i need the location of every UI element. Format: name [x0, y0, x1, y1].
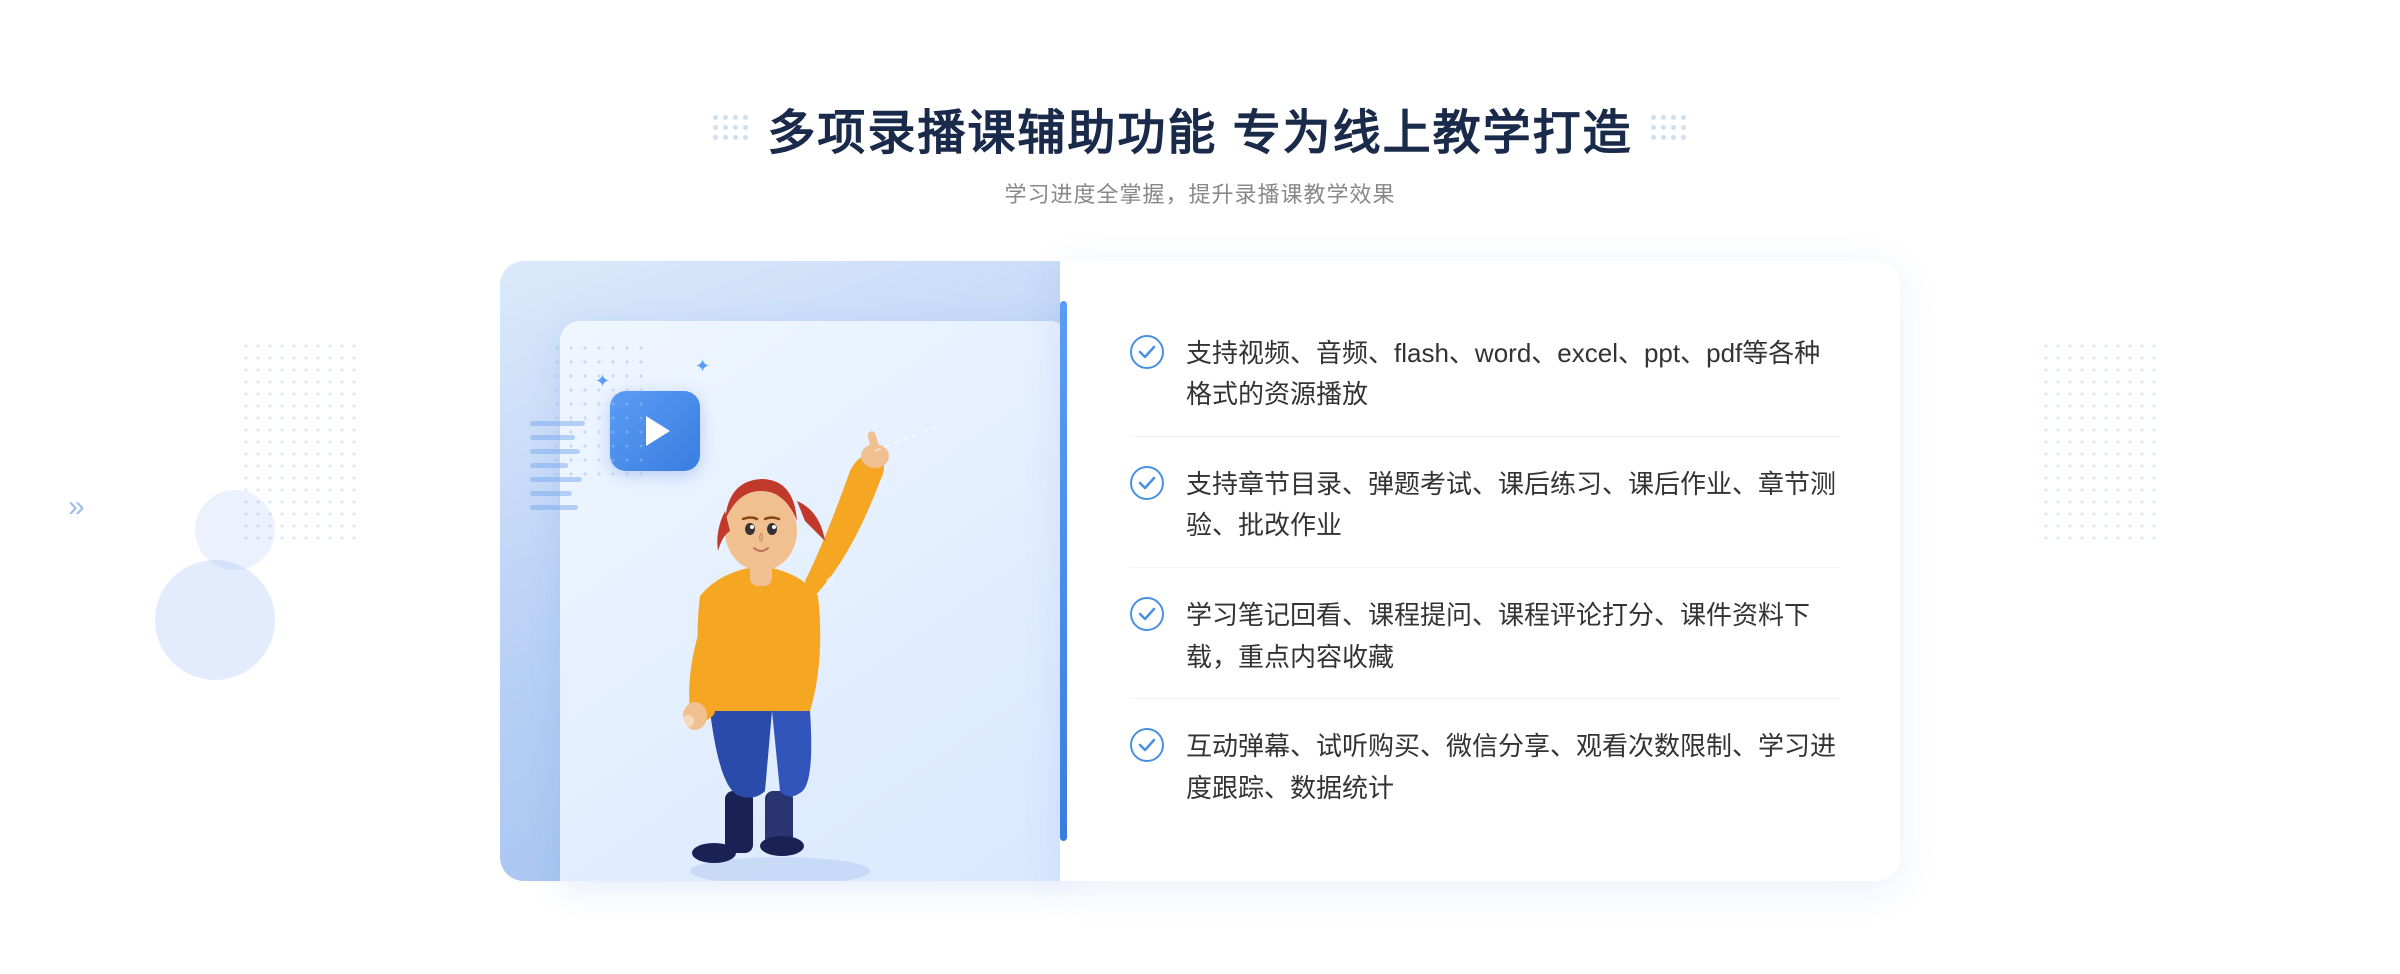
page-wrapper: » 多项录播课辅助功能 专为线上教学打造 学习进度全掌握，提升录播课教学效果	[0, 0, 2400, 974]
subtitle-text: 学习进度全掌握，提升录播课教学效果	[713, 177, 1686, 209]
feature-item-1: 支持视频、音频、flash、word、excel、ppt、pdf等各种格式的资源…	[1130, 313, 1840, 437]
feature-item-3: 学习笔记回看、课程提问、课程评论打分、课件资料下载，重点内容收藏	[1130, 575, 1840, 699]
chevrons-icon: »	[68, 490, 85, 524]
check-icon-3	[1130, 597, 1164, 631]
illustration-panel: ✦ ✦	[500, 261, 1060, 881]
main-title: 多项录播课辅助功能 专为线上教学打造	[713, 93, 1686, 163]
check-icon-4	[1130, 728, 1164, 762]
blue-accent-bar	[1060, 301, 1067, 841]
feature-item-4: 互动弹幕、试听购买、微信分享、观看次数限制、学习进度跟踪、数据统计	[1130, 706, 1840, 829]
title-deco-right	[1651, 115, 1687, 141]
feature-text-1: 支持视频、音频、flash、word、excel、ppt、pdf等各种格式的资源…	[1186, 333, 1840, 416]
features-card: 支持视频、音频、flash、word、excel、ppt、pdf等各种格式的资源…	[1060, 261, 1900, 881]
feature-text-3: 学习笔记回看、课程提问、课程评论打分、课件资料下载，重点内容收藏	[1186, 595, 1840, 678]
person-illustration	[610, 401, 950, 881]
illus-stripes-pattern	[530, 421, 590, 541]
check-icon-2	[1130, 466, 1164, 500]
feature-text-2: 支持章节目录、弹题考试、课后练习、课后作业、章节测验、批改作业	[1186, 464, 1840, 547]
sparkle-icon-2: ✦	[695, 356, 710, 377]
main-title-text: 多项录播课辅助功能 专为线上教学打造	[767, 93, 1632, 163]
deco-circle-1	[155, 560, 275, 680]
dots-decoration-right	[2040, 340, 2160, 540]
header-section: 多项录播课辅助功能 专为线上教学打造 学习进度全掌握，提升录播课教学效果	[713, 93, 1686, 209]
feature-text-4: 互动弹幕、试听购买、微信分享、观看次数限制、学习进度跟踪、数据统计	[1186, 726, 1840, 809]
deco-circle-2	[195, 490, 275, 570]
feature-item-2: 支持章节目录、弹题考试、课后练习、课后作业、章节测验、批改作业	[1130, 444, 1840, 568]
content-area: ✦ ✦	[500, 261, 1900, 881]
check-icon-1	[1130, 335, 1164, 369]
features-card-wrap: 支持视频、音频、flash、word、excel、ppt、pdf等各种格式的资源…	[1060, 261, 1900, 881]
title-deco-left	[713, 115, 749, 141]
